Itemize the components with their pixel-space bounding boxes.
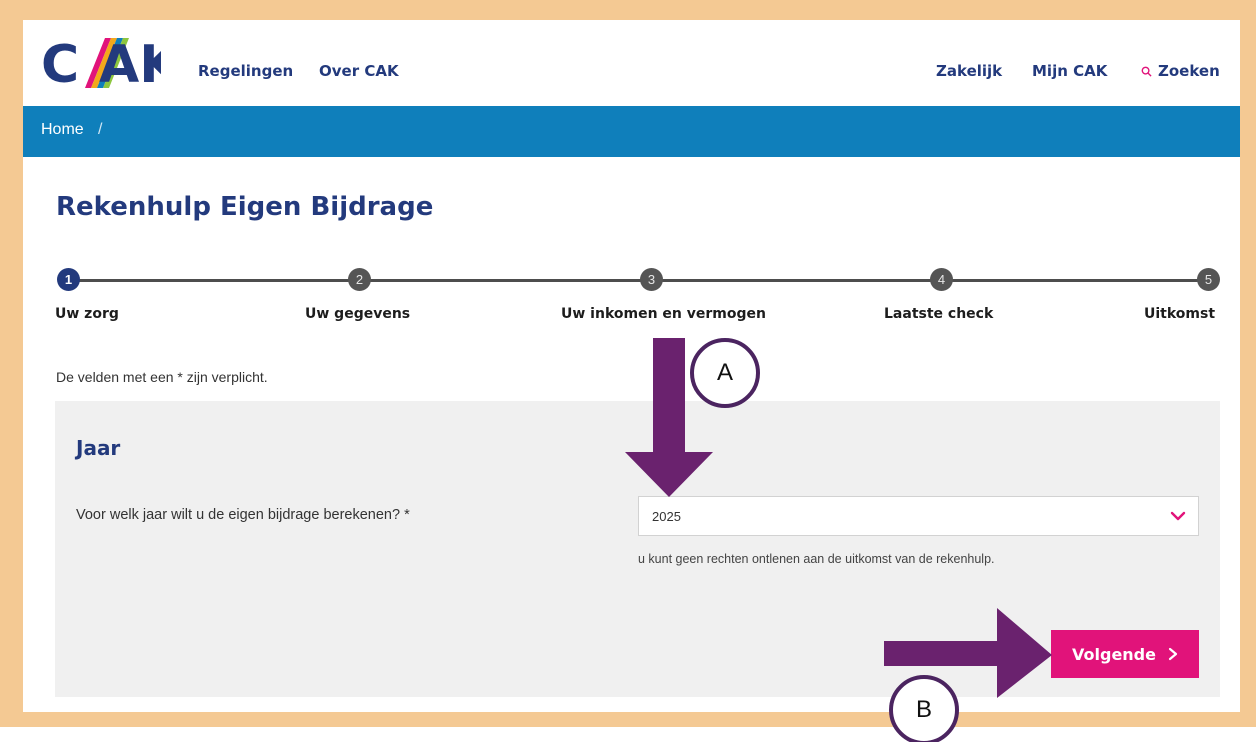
nav-zakelijk[interactable]: Zakelijk xyxy=(936,62,1002,80)
search-label: Zoeken xyxy=(1158,62,1220,80)
required-fields-note: De velden met een * zijn verplicht. xyxy=(56,369,268,385)
step-3-marker: 3 xyxy=(640,268,663,291)
step-4-label: Laatste check xyxy=(884,306,994,322)
svg-text:C: C xyxy=(41,35,79,92)
year-question-label: Voor welk jaar wilt u de eigen bijdrage … xyxy=(76,507,410,523)
page: C AK Regelingen Over CAK Zakelijk Mijn C… xyxy=(23,20,1240,712)
nav-regelingen[interactable]: Regelingen xyxy=(198,62,293,80)
breadcrumb-home[interactable]: Home xyxy=(41,121,84,139)
year-form-panel: Jaar Voor welk jaar wilt u de eigen bijd… xyxy=(55,401,1220,697)
chevron-right-icon xyxy=(1168,647,1178,661)
next-button-label: Volgende xyxy=(1072,644,1156,664)
section-title: Jaar xyxy=(76,436,121,460)
step-3-label: Uw inkomen en vermogen xyxy=(561,306,766,322)
step-2-label: Uw gegevens xyxy=(305,306,411,322)
step-1-marker: 1 xyxy=(57,268,80,291)
nav-mijn-cak[interactable]: Mijn CAK xyxy=(1032,62,1107,80)
step-2-marker: 2 xyxy=(348,268,371,291)
page-title: Rekenhulp Eigen Bijdrage xyxy=(56,192,434,222)
breadcrumb: Home / xyxy=(23,106,1240,157)
site-header: C AK Regelingen Over CAK Zakelijk Mijn C… xyxy=(23,20,1240,106)
step-4-marker: 4 xyxy=(930,268,953,291)
cak-logo[interactable]: C AK xyxy=(41,32,161,92)
svg-text:AK: AK xyxy=(99,35,161,92)
search-icon xyxy=(1141,66,1152,77)
year-select-value: 2025 xyxy=(652,509,681,524)
search-button[interactable]: Zoeken xyxy=(1141,62,1220,80)
step-1-label: Uw zorg xyxy=(55,306,119,322)
next-button[interactable]: Volgende xyxy=(1051,630,1199,678)
step-5-label: Uitkomst xyxy=(1144,306,1216,322)
step-5-marker: 5 xyxy=(1197,268,1220,291)
chevron-down-icon xyxy=(1170,511,1186,521)
breadcrumb-separator: / xyxy=(98,121,103,138)
disclaimer-text: u kunt geen rechten ontlenen aan de uitk… xyxy=(638,552,995,566)
year-select[interactable]: 2025 xyxy=(638,496,1199,536)
nav-over-cak[interactable]: Over CAK xyxy=(319,62,399,80)
